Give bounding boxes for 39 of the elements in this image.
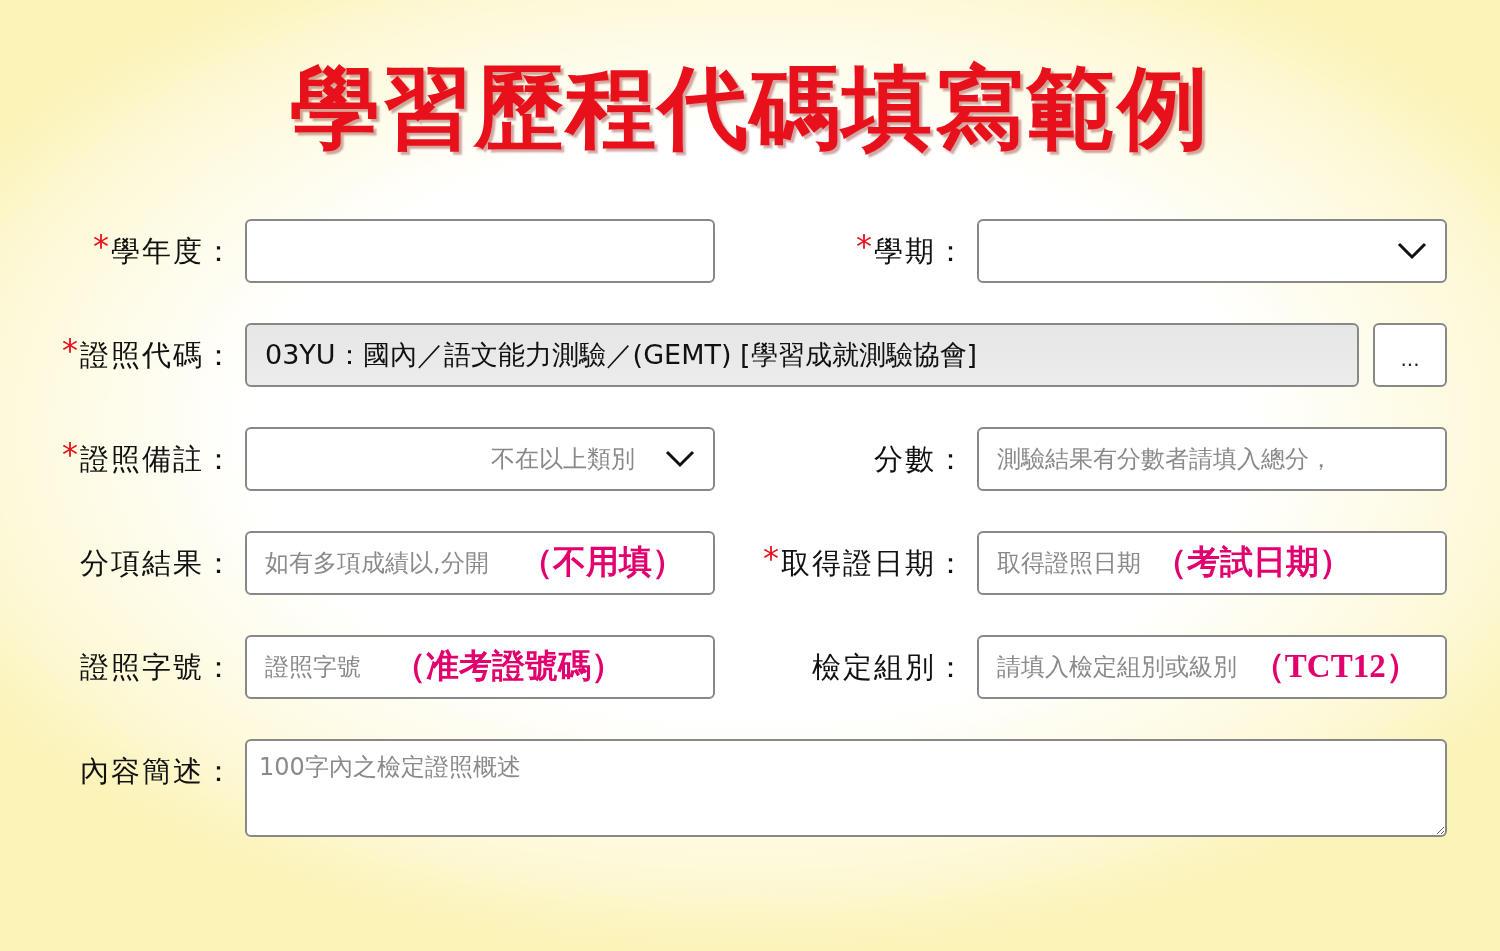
text-input[interactable]: 證照字號 — [265, 652, 363, 681]
field-label: 證照代碼： — [80, 336, 235, 374]
text-field[interactable]: 測驗結果有分數者請填入總分， — [977, 426, 1447, 491]
text-input[interactable]: 測驗結果有分數者請填入總分， — [997, 444, 1340, 473]
text-input[interactable]: 取得證照日期 — [997, 548, 1144, 577]
lookup-field[interactable]: 03YU：國內／語文能力測驗／(GEMT) [學習成就測驗協會] — [245, 322, 1359, 387]
text-field[interactable] — [245, 218, 715, 283]
text-field[interactable]: 取得證照日期 （考試日期） — [977, 530, 1447, 595]
hint-annotation: （TCT12） — [1251, 647, 1419, 686]
text-field[interactable]: 請填入檢定組別或級別 （TCT12） — [977, 634, 1447, 699]
field-label: 內容簡述： — [80, 752, 235, 790]
field-label: 檢定組別： — [812, 648, 967, 686]
select-field[interactable] — [977, 218, 1447, 283]
text-field[interactable]: 如有多項成績以,分開 （不用填） — [245, 530, 715, 595]
chevron-down-icon — [1397, 241, 1427, 260]
field-label: 證照字號： — [80, 648, 235, 686]
hint-annotation: （不用填） — [519, 543, 685, 582]
hint-annotation: （准考證號碼） — [392, 647, 624, 686]
page-title: 學習歷程代碼填寫範例 — [290, 62, 1210, 157]
field-label: 證照備註： — [80, 440, 235, 478]
text-field[interactable]: 證照字號 （准考證號碼） — [245, 634, 715, 699]
text-input[interactable]: 請填入檢定組別或級別 — [997, 652, 1242, 681]
lookup-input[interactable]: 03YU：國內／語文能力測驗／(GEMT) [學習成就測驗協會] — [265, 339, 1339, 370]
chevron-down-icon — [665, 449, 695, 468]
required-mark: * — [763, 542, 779, 573]
field-label: 分項結果： — [80, 544, 235, 582]
required-mark: * — [62, 438, 78, 469]
field-label: 學期： — [874, 232, 967, 270]
field-label: 學年度： — [111, 232, 235, 270]
required-mark: * — [62, 334, 78, 365]
required-mark: * — [93, 230, 109, 261]
field-label: 取得證日期： — [781, 544, 967, 582]
required-mark: * — [856, 230, 872, 261]
textarea-field[interactable]: 100字內之檢定證照概述 — [245, 738, 1447, 837]
select-field[interactable]: 不在以上類別 — [245, 426, 715, 491]
field-label: 分數： — [874, 440, 967, 478]
hint-annotation: （考試日期） — [1153, 543, 1352, 582]
text-input[interactable]: 如有多項成績以,分開 — [265, 548, 510, 577]
browse-button[interactable]: ... — [1373, 322, 1447, 387]
